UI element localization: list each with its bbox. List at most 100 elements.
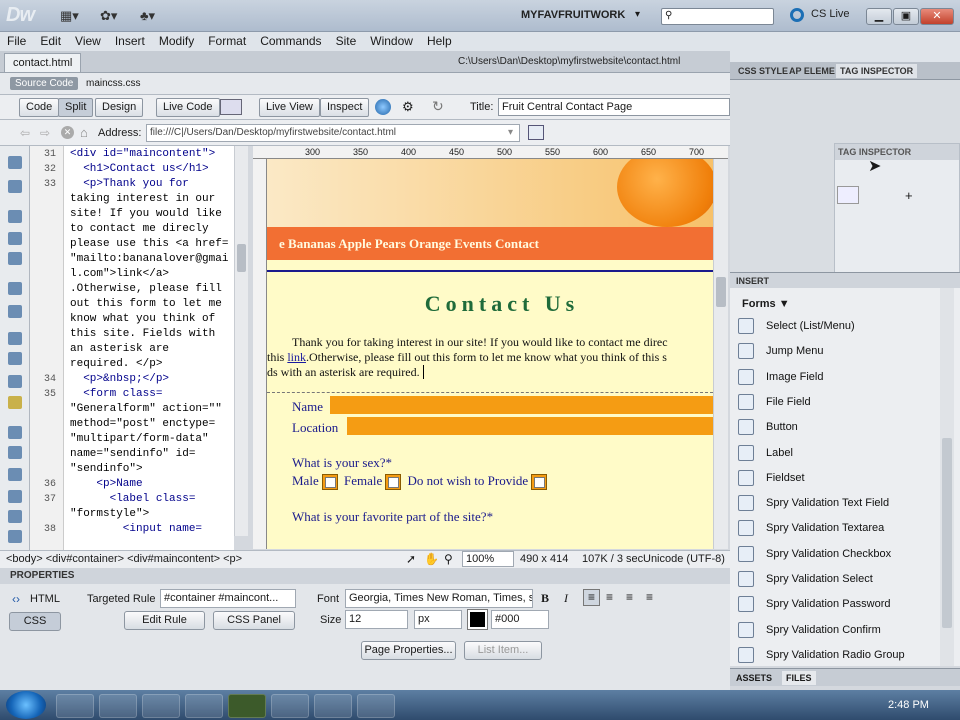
insert-scrollbar[interactable] xyxy=(940,288,954,666)
workspace-switcher[interactable]: MYFAVFRUITWORK xyxy=(521,9,625,21)
code-line[interactable]: taking interest in our xyxy=(70,193,215,205)
page-title-input[interactable]: Fruit Central Contact Page xyxy=(498,98,730,116)
intro-paragraph[interactable]: Thank you for taking interest in our sit… xyxy=(267,335,713,380)
css-mode-button[interactable]: CSS xyxy=(9,612,61,631)
code-line[interactable]: <p>&nbsp;</p> xyxy=(70,373,169,385)
chevron-down-icon[interactable]: ▾ xyxy=(508,127,513,138)
visual-aids-icon[interactable]: ⚙ xyxy=(402,99,414,115)
code-line[interactable]: this site. Fields with xyxy=(70,328,215,340)
refresh-icon[interactable]: ↻ xyxy=(432,98,444,115)
select-tool-icon[interactable]: ➚ xyxy=(406,552,416,566)
globe-icon[interactable] xyxy=(375,99,391,115)
css-panel-button[interactable]: CSS Panel xyxy=(213,611,295,630)
location-field[interactable] xyxy=(347,417,713,435)
code-line[interactable]: l.com">link</a> xyxy=(70,268,169,280)
insert-item[interactable]: Spry Validation Checkbox xyxy=(738,545,891,566)
insert-item[interactable]: Image Field xyxy=(738,368,823,389)
balance-braces-icon[interactable] xyxy=(8,305,22,318)
collapse-tag-icon[interactable] xyxy=(8,210,22,223)
unit-select[interactable]: px xyxy=(414,610,462,629)
insert-item[interactable]: Label xyxy=(738,444,793,465)
female-checkbox[interactable] xyxy=(385,474,402,491)
justify-icon[interactable]: ≡ xyxy=(646,590,653,604)
code-scrollbar[interactable] xyxy=(234,146,248,536)
code-line[interactable]: <div id="maincontent"> xyxy=(70,148,215,160)
align-left-icon[interactable]: ≡ xyxy=(583,589,600,606)
code-line[interactable]: "formstyle"> xyxy=(70,508,149,520)
taskbar-tools-icon[interactable] xyxy=(357,694,395,718)
taskbar-notes-icon[interactable] xyxy=(271,694,309,718)
size-select[interactable]: 12 xyxy=(345,610,408,629)
hand-tool-icon[interactable]: ✋ xyxy=(424,552,439,566)
code-line[interactable]: "sendinfo"> xyxy=(70,463,143,475)
tab-ap-elements[interactable]: AP ELEME xyxy=(785,64,839,78)
color-swatch[interactable] xyxy=(467,609,488,630)
color-input[interactable]: #000 xyxy=(491,610,549,629)
insert-item[interactable]: Spry Validation Select xyxy=(738,571,873,591)
menu-help[interactable]: Help xyxy=(420,32,459,50)
insert-item[interactable]: Spry Validation Confirm xyxy=(738,621,881,642)
page-properties-button[interactable]: Page Properties... xyxy=(361,641,456,660)
taskbar-firefox-icon[interactable] xyxy=(56,694,94,718)
insert-item[interactable]: Spry Validation Textarea xyxy=(738,520,884,540)
code-line[interactable]: site! If you would like xyxy=(70,208,222,220)
design-view[interactable]: e Bananas Apple Pears Orange Events Cont… xyxy=(267,159,713,549)
taskbar-media-icon[interactable] xyxy=(314,694,352,718)
insert-item[interactable]: Select (List/Menu) xyxy=(738,318,855,338)
code-line[interactable]: "mailto:bananalover@gmai xyxy=(70,253,228,265)
expand-all-icon[interactable] xyxy=(8,252,22,265)
taskbar-dreamweaver-icon[interactable] xyxy=(228,694,266,718)
insert-panel-header[interactable]: INSERT xyxy=(730,272,960,288)
back-icon[interactable]: ⇦ xyxy=(20,126,30,140)
edit-rule-button[interactable]: Edit Rule xyxy=(124,611,205,630)
align-center-icon[interactable]: ≡ xyxy=(606,590,613,604)
live-view-button[interactable]: Live View xyxy=(259,98,320,117)
menu-site[interactable]: Site xyxy=(329,32,364,50)
code-line[interactable]: out this form to let me xyxy=(70,298,222,310)
zoom-tool-icon[interactable]: ⚲ xyxy=(444,552,453,566)
word-wrap-icon[interactable] xyxy=(8,375,22,388)
forward-icon[interactable]: ⇨ xyxy=(40,126,50,140)
taskbar-skype-icon[interactable] xyxy=(99,694,137,718)
tab-assets[interactable]: ASSETS xyxy=(736,673,772,683)
code-line[interactable]: "multipart/form-data" xyxy=(70,433,209,445)
menu-commands[interactable]: Commands xyxy=(253,32,328,50)
code-line[interactable]: name="sendinfo" id= xyxy=(70,448,195,460)
outdent-icon[interactable] xyxy=(8,530,22,543)
bold-icon[interactable]: B xyxy=(541,591,549,606)
targeted-rule-select[interactable]: #container #maincont... xyxy=(160,589,296,608)
home-icon[interactable]: ⌂ xyxy=(80,125,88,140)
code-line[interactable]: method="post" enctype= xyxy=(70,418,215,430)
code-line[interactable]: know what you think of xyxy=(70,313,215,325)
name-field[interactable] xyxy=(330,396,713,414)
insert-item[interactable]: File Field xyxy=(738,393,811,414)
stop-icon[interactable]: ✕ xyxy=(61,126,74,139)
align-right-icon[interactable]: ≡ xyxy=(626,590,633,604)
code-line[interactable]: <h1>Contact us</h1> xyxy=(70,163,208,175)
split-view-button[interactable]: Split xyxy=(58,98,94,117)
live-code-button[interactable]: Live Code xyxy=(156,98,220,117)
design-view-button[interactable]: Design xyxy=(95,98,144,117)
layout-icon[interactable]: ▦▾ xyxy=(60,8,79,24)
cs-live[interactable]: CS Live xyxy=(811,8,850,20)
code-line[interactable]: <p>Name xyxy=(70,478,142,490)
menu-format[interactable]: Format xyxy=(201,32,253,50)
close-button[interactable]: ✕ xyxy=(920,8,954,25)
menu-file[interactable]: File xyxy=(0,32,33,50)
tab-tag-inspector[interactable]: TAG INSPECTOR xyxy=(836,64,918,78)
show-code-navigator-icon[interactable] xyxy=(8,180,22,193)
menu-window[interactable]: Window xyxy=(363,32,420,50)
code-line[interactable]: required. </p> xyxy=(70,358,162,370)
indent-icon[interactable] xyxy=(8,510,22,523)
select-parent-tag-icon[interactable] xyxy=(8,282,22,295)
code-line[interactable]: <label class= xyxy=(70,493,196,505)
wrap-tag-icon[interactable] xyxy=(8,468,22,481)
mailto-link[interactable]: link xyxy=(287,350,306,364)
line-numbers-icon[interactable] xyxy=(8,332,22,345)
no-provide-checkbox[interactable] xyxy=(531,474,548,491)
tab-css-styles[interactable]: CSS STYLE xyxy=(734,64,792,78)
window-size[interactable]: 490 x 414 xyxy=(520,553,568,565)
highlight-invalid-icon[interactable] xyxy=(8,352,22,365)
code-line[interactable]: "Generalform" action="" xyxy=(70,403,222,415)
design-scrollbar[interactable] xyxy=(713,159,728,549)
